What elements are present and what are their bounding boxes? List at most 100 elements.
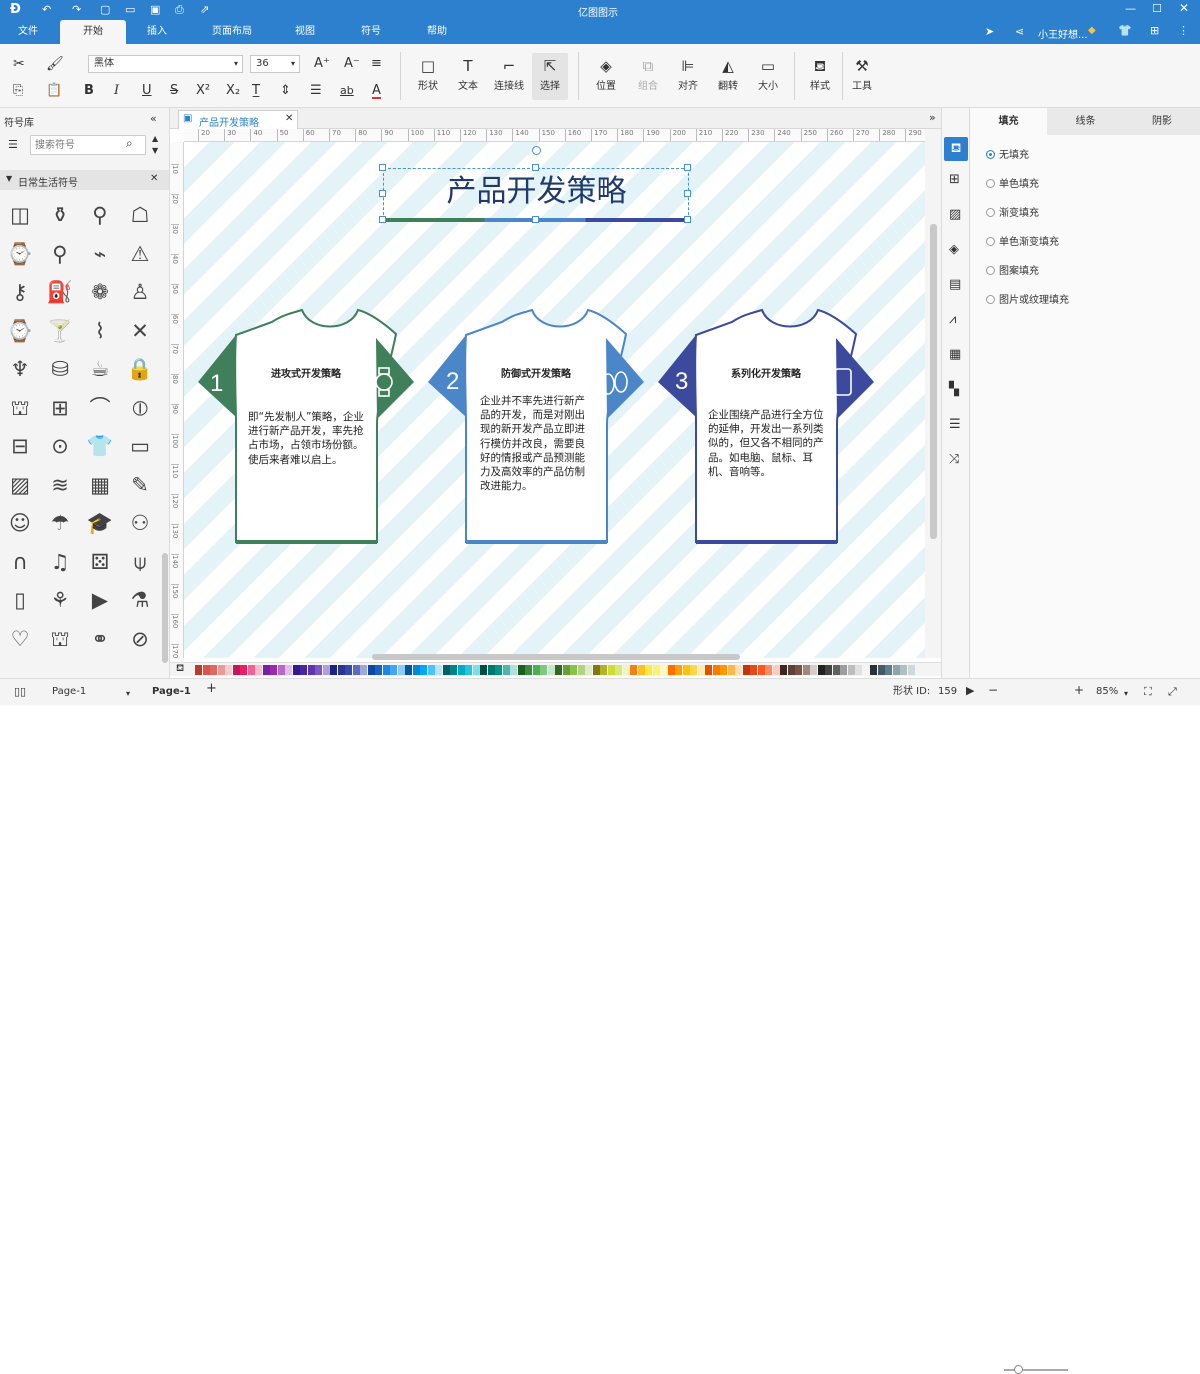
fill-option-none[interactable]: 无填充 xyxy=(986,150,1029,162)
library-symbol[interactable]: ⍦ xyxy=(125,547,155,577)
text-button[interactable]: T 文本 xyxy=(452,55,484,92)
color-swatch[interactable] xyxy=(540,665,547,675)
library-symbol[interactable]: ▭ xyxy=(125,431,155,461)
tab-view[interactable]: 视图 xyxy=(282,20,328,44)
horizontal-scroll-thumb[interactable] xyxy=(372,654,740,660)
color-swatch[interactable] xyxy=(480,665,487,675)
color-swatch[interactable] xyxy=(592,665,600,675)
color-swatch[interactable] xyxy=(892,665,900,675)
color-swatch[interactable] xyxy=(600,665,607,675)
underline-icon[interactable]: U xyxy=(142,83,152,99)
vertical-scroll-thumb[interactable] xyxy=(930,224,937,539)
color-swatch[interactable] xyxy=(750,665,757,675)
shirt-3-description[interactable]: 企业围绕产品进行全方位的延伸，开发出一系列类似的，但又各不相同的产品。如电脑、鼠… xyxy=(708,408,826,479)
color-swatch[interactable] xyxy=(712,665,720,675)
library-symbol[interactable]: 🎓 xyxy=(85,508,115,538)
library-symbol[interactable]: ♫ xyxy=(45,547,75,577)
library-symbol[interactable]: ⛫ xyxy=(5,393,35,423)
library-symbol[interactable]: ⊟ xyxy=(5,431,35,461)
color-swatch[interactable] xyxy=(277,665,285,675)
tab-insert[interactable]: 插入 xyxy=(134,20,180,44)
page-selector[interactable]: Page-1 xyxy=(52,686,86,698)
library-scrollbar[interactable] xyxy=(162,553,168,663)
color-swatch[interactable] xyxy=(390,665,397,675)
library-symbol[interactable]: ♆ xyxy=(5,354,35,384)
page-icon[interactable]: ▤ xyxy=(949,277,961,292)
subscript-icon[interactable]: X₂ xyxy=(226,83,240,99)
library-symbol[interactable]: ▨ xyxy=(5,470,35,500)
font-grow-icon[interactable]: A⁺ xyxy=(314,56,330,71)
shirt-skin-icon[interactable]: 👕 xyxy=(1118,24,1132,37)
align-button[interactable]: ⊫ 对齐 xyxy=(672,55,704,92)
library-symbol[interactable]: ∩ xyxy=(5,547,35,577)
text-case-icon[interactable]: T̲ xyxy=(252,83,260,99)
color-swatch[interactable] xyxy=(862,665,870,675)
font-shrink-icon[interactable]: A⁻ xyxy=(344,56,360,71)
table-icon[interactable]: ▦ xyxy=(949,347,961,362)
color-swatch[interactable] xyxy=(772,665,780,675)
library-symbol[interactable]: ⚠ xyxy=(125,239,155,269)
layers-icon[interactable]: ◈ xyxy=(949,242,959,257)
color-swatch[interactable] xyxy=(247,665,255,675)
color-swatch[interactable] xyxy=(435,665,442,675)
color-swatch[interactable] xyxy=(570,665,577,675)
color-swatch[interactable] xyxy=(690,665,697,675)
color-swatch[interactable] xyxy=(217,665,225,675)
expand-right-panel-icon[interactable]: » xyxy=(929,111,936,124)
copy-icon[interactable]: ⎘ xyxy=(13,83,23,98)
color-swatch[interactable] xyxy=(727,665,735,675)
library-symbol[interactable]: ⛽ xyxy=(45,277,75,307)
highlight-color-icon[interactable]: ab xyxy=(340,83,354,99)
library-symbol[interactable]: ⌒ xyxy=(85,393,115,423)
tab-page-layout[interactable]: 页面布局 xyxy=(198,20,266,44)
color-swatch[interactable] xyxy=(315,665,322,675)
theme-grid-icon[interactable]: ⊞ xyxy=(949,172,960,187)
color-swatch[interactable] xyxy=(450,665,457,675)
fill-option-single-gradient[interactable]: 单色渐变填充 xyxy=(986,237,1059,249)
color-swatch[interactable] xyxy=(210,665,217,675)
library-symbol[interactable]: ⦶ xyxy=(125,393,155,423)
tab-fill[interactable]: 填充 xyxy=(970,108,1047,135)
color-swatch[interactable] xyxy=(195,665,202,675)
chevron-down-icon[interactable]: ▾ xyxy=(126,688,130,700)
library-symbol[interactable]: ☂ xyxy=(45,508,75,538)
shirt-3-title[interactable]: 系列化开发策略 xyxy=(716,365,816,380)
more-icon[interactable]: ⋮ xyxy=(1178,24,1189,37)
color-swatch[interactable] xyxy=(405,665,412,675)
fill-option-gradient[interactable]: 渐变填充 xyxy=(986,208,1039,220)
color-swatch[interactable] xyxy=(645,665,652,675)
fill-option-solid[interactable]: 单色填充 xyxy=(986,179,1039,191)
color-swatch[interactable] xyxy=(667,665,675,675)
color-swatch[interactable] xyxy=(525,665,532,675)
zoom-level[interactable]: 85% xyxy=(1096,686,1118,698)
library-symbol[interactable]: ⌁ xyxy=(85,239,115,269)
color-swatch[interactable] xyxy=(472,665,480,675)
color-swatch[interactable] xyxy=(262,665,270,675)
color-swatch[interactable] xyxy=(232,665,240,675)
close-category-icon[interactable]: ✕ xyxy=(150,173,158,184)
color-swatch[interactable] xyxy=(615,665,622,675)
save-icon[interactable]: ▣ xyxy=(150,3,160,16)
color-swatch[interactable] xyxy=(607,665,615,675)
color-swatch[interactable] xyxy=(420,665,427,675)
export-icon[interactable]: ⇗ xyxy=(200,3,209,16)
color-swatch[interactable] xyxy=(360,665,367,675)
zoom-out-icon[interactable]: − xyxy=(988,684,998,696)
color-swatch[interactable] xyxy=(285,665,292,675)
shape-button[interactable]: □ 形状 xyxy=(412,55,444,92)
play-icon[interactable]: ▶ xyxy=(966,685,974,697)
org-icon[interactable]: ▚ xyxy=(949,382,959,397)
color-swatch[interactable] xyxy=(907,665,915,675)
strikethrough-icon[interactable]: S xyxy=(170,83,178,99)
library-symbol[interactable]: ⚱ xyxy=(45,200,75,230)
color-swatch[interactable] xyxy=(322,665,330,675)
color-swatch[interactable] xyxy=(817,665,825,675)
library-symbol[interactable]: ⌚ xyxy=(5,239,35,269)
color-swatch[interactable] xyxy=(735,665,742,675)
shuffle-icon[interactable]: ⤨ xyxy=(949,452,959,467)
library-symbol[interactable]: ♙ xyxy=(125,277,155,307)
color-swatch[interactable] xyxy=(457,665,465,675)
tab-shadow[interactable]: 阴影 xyxy=(1124,108,1200,135)
zoom-in-icon[interactable]: + xyxy=(1074,684,1084,696)
library-symbol[interactable]: ⚄ xyxy=(85,547,115,577)
